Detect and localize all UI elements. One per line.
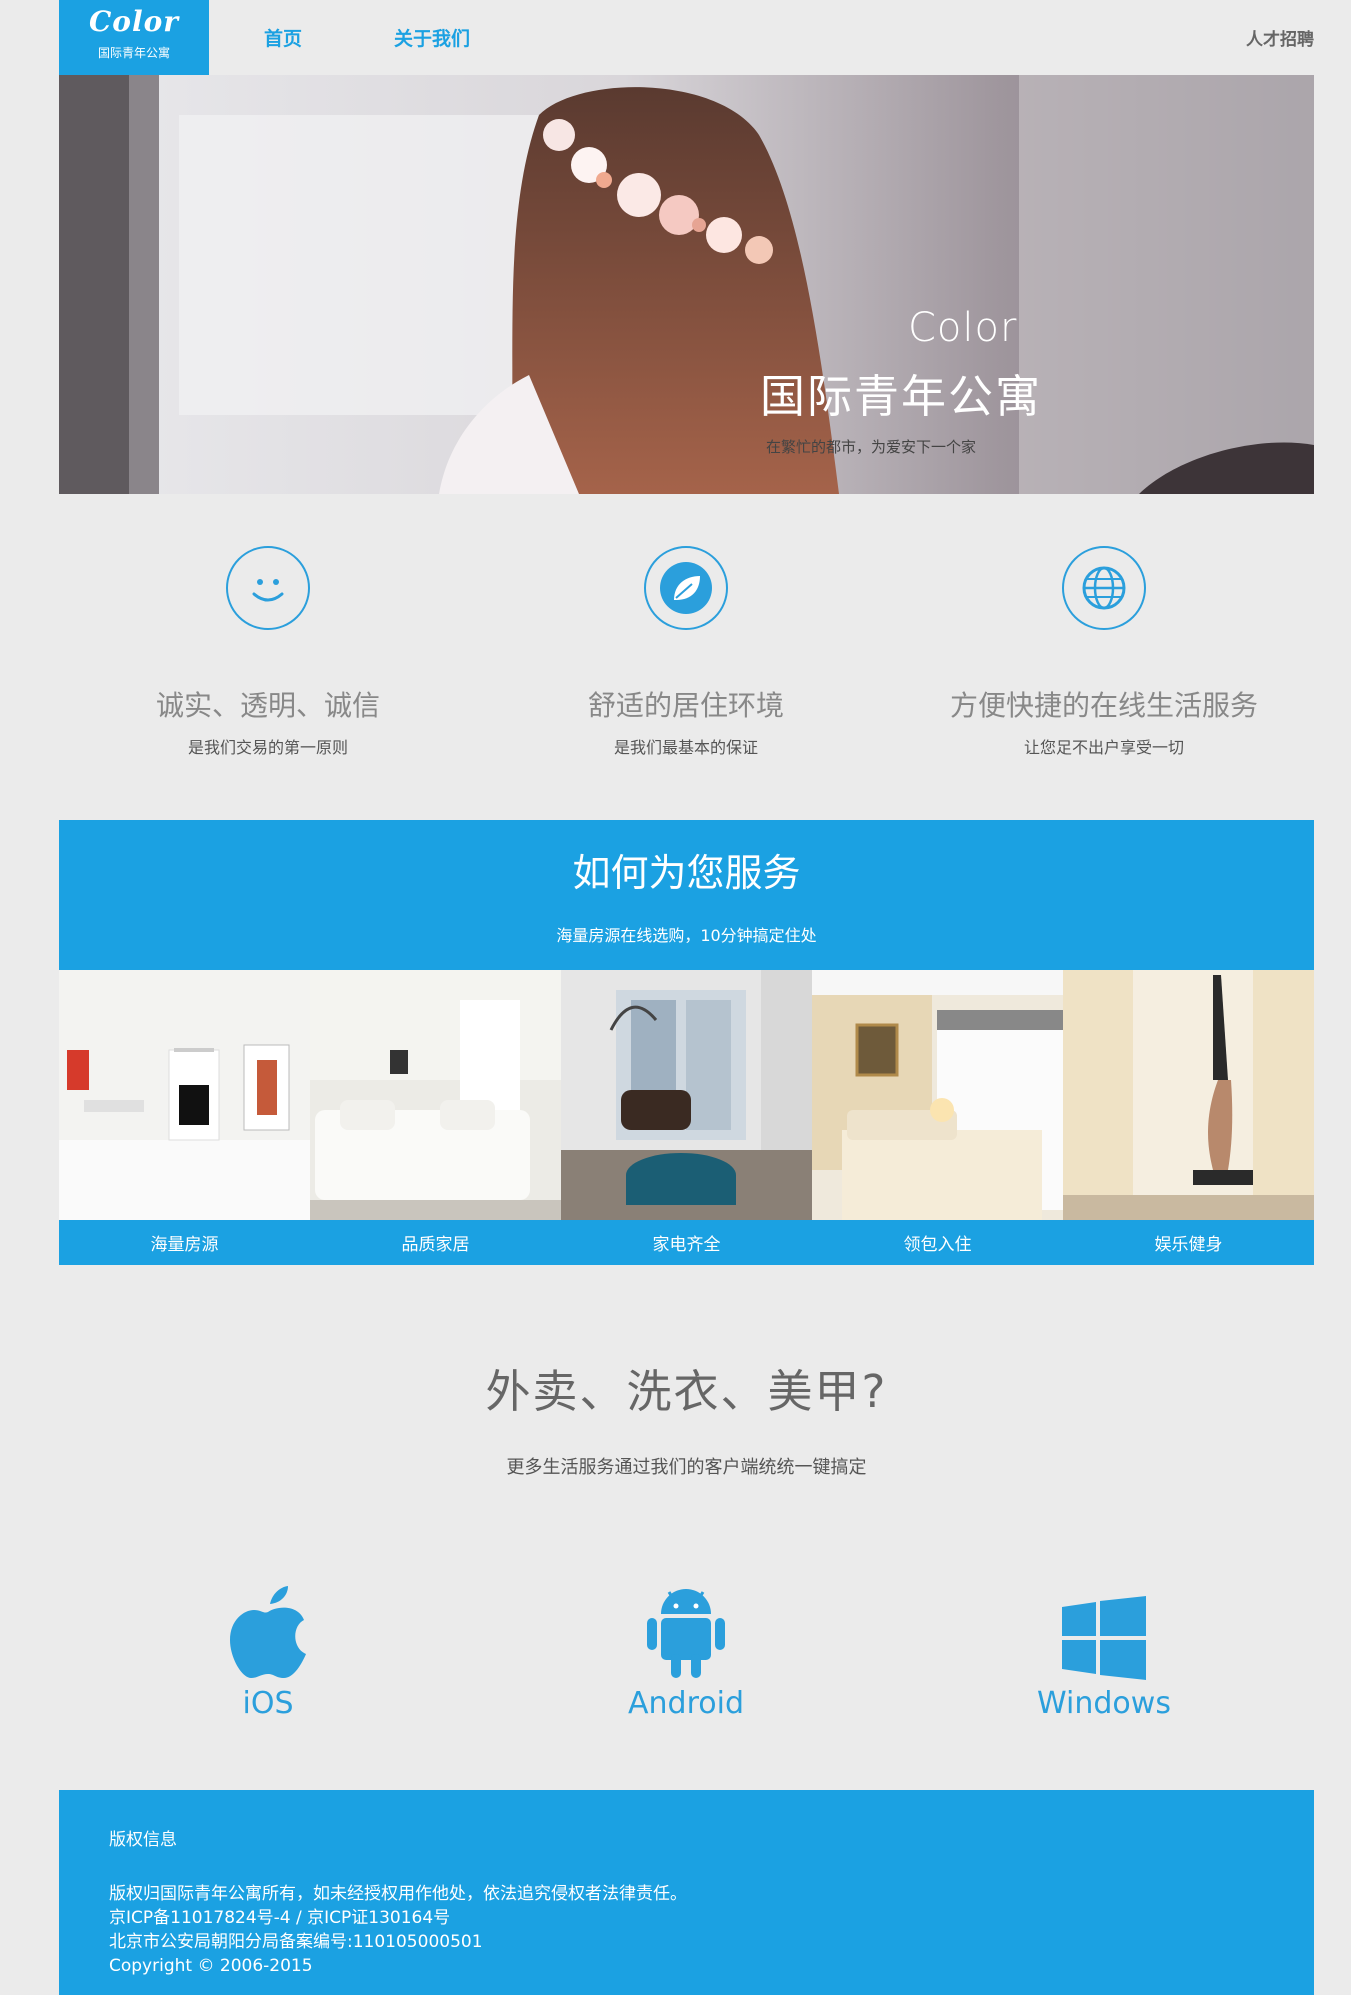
feature-title: 舒适的居住环境 [587, 689, 784, 722]
features-section: 诚实、透明、诚信 是我们交易的第一原则 舒适的居住环境 是我们最基本的保证 方便… [59, 494, 1314, 820]
hero-banner [59, 75, 1314, 494]
logo[interactable]: Color 国际青年公寓 [59, 0, 209, 75]
more-services-section: 外卖、洗衣、美甲? 更多生活服务通过我们的客户端统统一键搞定 iOS Andro… [59, 1265, 1314, 1790]
platform-android[interactable]: Android [477, 1580, 895, 1721]
platform-label: Windows [1037, 1686, 1171, 1721]
feature-title: 诚实、透明、诚信 [155, 689, 380, 722]
footer-icp: 京ICP备11017824号-4 / 京ICP证130164号 [109, 1908, 451, 1928]
service-section: 如何为您服务 海量房源在线选购，10分钟搞定住处 海量房源 品质家居 家电齐全 … [59, 820, 1314, 1265]
footer: 版权信息 版权归国际青年公寓所有，如未经授权用作他处，依法追究侵权者法律责任。 … [59, 1790, 1314, 1995]
hero-photo [59, 75, 1314, 494]
more-desc: 更多生活服务通过我们的客户端统统一键搞定 [506, 1457, 867, 1478]
platform-label: Android [628, 1686, 744, 1721]
logo-script: Color [88, 5, 180, 38]
tile-caption: 品质家居 [310, 1220, 561, 1265]
tile-photo [812, 970, 1063, 1220]
platform-windows[interactable]: Windows [895, 1580, 1313, 1721]
more-question: 外卖、洗衣、美甲? [485, 1365, 888, 1418]
service-tile-appliances[interactable]: 家电齐全 [561, 970, 812, 1265]
tile-photo [561, 970, 812, 1220]
smiley-icon [226, 546, 310, 630]
hero-title-cn: 国际青年公寓 [760, 370, 1043, 423]
service-tile-listings[interactable]: 海量房源 [59, 970, 310, 1265]
platform-ios[interactable]: iOS [59, 1580, 477, 1721]
android-icon [647, 1589, 725, 1678]
service-tile-move-in[interactable]: 领包入住 [812, 970, 1063, 1265]
tile-photo [59, 970, 310, 1220]
header: Color 国际青年公寓 首页 关于我们 人才招聘 [59, 0, 1314, 75]
feature-desc: 让您足不出户享受一切 [1023, 738, 1184, 757]
platform-label: iOS [242, 1686, 294, 1721]
page: Color 国际青年公寓 首页 关于我们 人才招聘 Color 国际青年公寓 在… [0, 0, 1351, 1995]
tile-caption: 家电齐全 [561, 1220, 812, 1265]
service-tile-furnishing[interactable]: 品质家居 [310, 970, 561, 1265]
tile-photo [1063, 970, 1314, 1220]
feature-title: 方便快捷的在线生活服务 [949, 689, 1258, 722]
tile-caption: 娱乐健身 [1063, 1220, 1314, 1265]
tile-caption: 海量房源 [59, 1220, 310, 1265]
footer-copyright-notice: 版权归国际青年公寓所有，如未经授权用作他处，依法追究侵权者法律责任。 [109, 1884, 687, 1904]
leaf-icon [644, 546, 728, 630]
service-subtitle: 海量房源在线选购，10分钟搞定住处 [556, 926, 817, 945]
feature-desc: 是我们最基本的保证 [613, 738, 758, 757]
footer-copyright: Copyright © 2006-2015 [109, 1956, 313, 1976]
service-header: 如何为您服务 海量房源在线选购，10分钟搞定住处 [59, 820, 1314, 970]
nav-careers[interactable]: 人才招聘 [1246, 0, 1314, 75]
footer-police-record: 北京市公安局朝阳分局备案编号:110105000501 [109, 1932, 483, 1952]
globe-icon [1062, 546, 1146, 630]
tile-photo [310, 970, 561, 1220]
nav-home[interactable]: 首页 [264, 0, 302, 75]
windows-icon [1062, 1596, 1146, 1680]
service-tile-fitness[interactable]: 娱乐健身 [1063, 970, 1314, 1265]
apple-icon [230, 1586, 306, 1678]
footer-title: 版权信息 [109, 1830, 177, 1850]
logo-subtitle: 国际青年公寓 [97, 46, 170, 60]
tile-caption: 领包入住 [812, 1220, 1063, 1265]
nav-about-us[interactable]: 关于我们 [394, 0, 470, 75]
feature-desc: 是我们交易的第一原则 [187, 738, 348, 757]
service-title: 如何为您服务 [572, 851, 801, 895]
hero-title-en: Color [908, 305, 1018, 351]
footer-lines: 版权归国际青年公寓所有，如未经授权用作他处，依法追究侵权者法律责任。 京ICP备… [109, 1882, 687, 1978]
hero-tagline: 在繁忙的都市，为爱安下一个家 [766, 438, 977, 456]
